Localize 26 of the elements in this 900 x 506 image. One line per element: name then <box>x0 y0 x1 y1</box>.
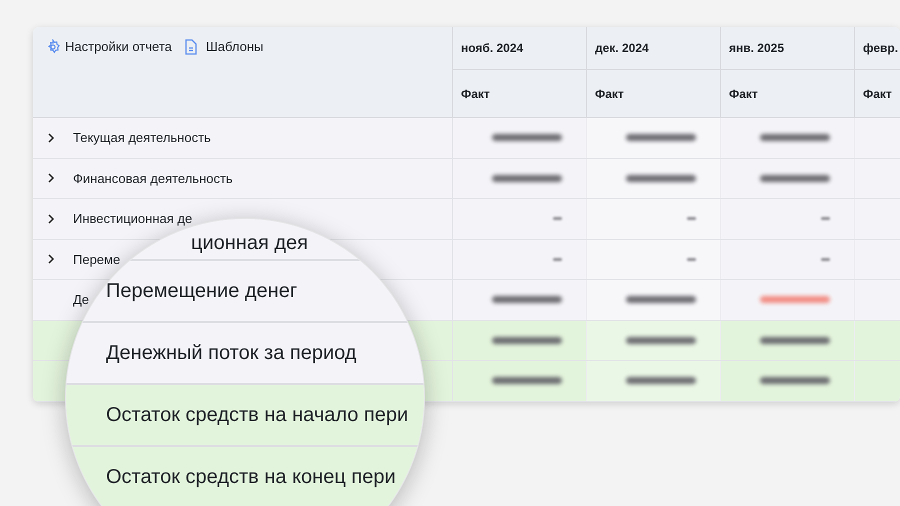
column-subheader: Факт <box>461 86 490 102</box>
document-icon <box>184 38 198 55</box>
column-header: дек. 2024 <box>595 40 649 57</box>
chevron-icon[interactable] <box>47 254 55 264</box>
row-label: Инвестиционная де <box>73 210 192 228</box>
magnified-row-label: Перемещение денег <box>106 279 298 304</box>
column-subheader: Факт <box>595 86 624 102</box>
column-subheader: Факт <box>729 86 758 102</box>
settings-icon <box>45 38 61 55</box>
magnified-row-label: Остаток средств на конец пери <box>106 465 396 490</box>
column-header: янв. 2025 <box>729 40 784 57</box>
row-label: Финансовая деятельность <box>73 170 233 188</box>
row-label: Текущая деятельность <box>73 129 211 147</box>
column-header: нояб. 2024 <box>461 40 524 57</box>
row-label: Переме <box>73 250 120 269</box>
chevron-icon[interactable] <box>47 132 55 143</box>
magnified-row-label: Денежный поток за период <box>106 341 356 366</box>
magnified-row-label: ционная дея <box>191 231 308 256</box>
chevron-icon[interactable] <box>47 173 55 184</box>
magnified-row-label: Остаток средств на начало пери <box>106 403 408 428</box>
column-header: февр. <box>863 40 898 57</box>
report-settings-link[interactable]: Настройки отчета <box>45 37 172 56</box>
row-label: Де <box>73 291 90 309</box>
chevron-icon[interactable] <box>47 214 55 224</box>
templates-link[interactable]: Шаблоны <box>184 37 264 56</box>
column-subheader: Факт <box>863 86 892 102</box>
